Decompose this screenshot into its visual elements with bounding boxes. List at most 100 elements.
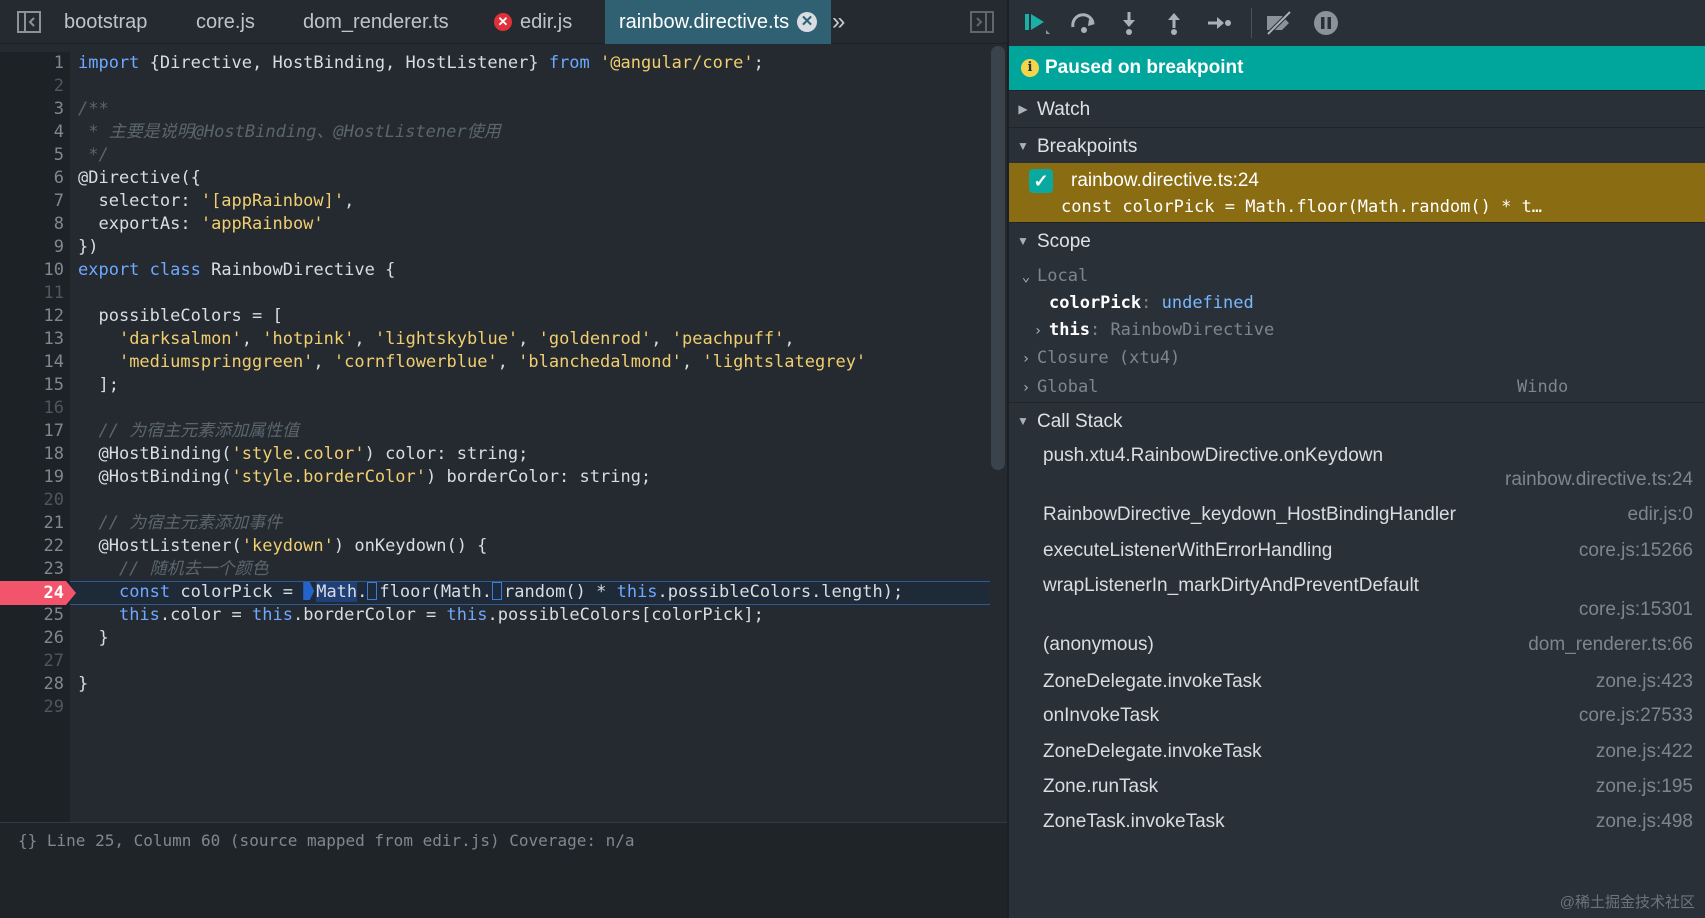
pause-on-exceptions-icon[interactable] [1311, 10, 1341, 36]
code-line: import {Directive, HostBinding, HostList… [78, 53, 764, 73]
scope-closure[interactable]: › Closure (xtu4) [1009, 344, 1705, 372]
tab-core-js[interactable]: core.js [196, 0, 255, 44]
scope-local[interactable]: ⌄ Local [1009, 262, 1705, 290]
tab-bootstrap[interactable]: bootstrap [64, 0, 147, 44]
line-number[interactable]: 1 [0, 52, 64, 75]
call-frame[interactable]: push.xtu4.RainbowDirective.onKeydown rain… [1043, 445, 1693, 495]
deactivate-breakpoints-icon[interactable] [1264, 10, 1294, 36]
section-title: Call Stack [1037, 411, 1123, 432]
call-frame[interactable]: Zone.runTask zone.js:195 [1043, 776, 1693, 798]
section-call-stack[interactable]: ▼ Call Stack [1009, 402, 1705, 438]
step-out-icon[interactable] [1159, 10, 1189, 36]
line-number[interactable]: 9 [0, 236, 64, 259]
tab-label: rainbow.directive.ts [619, 11, 790, 33]
line-number[interactable]: 17 [0, 420, 64, 443]
code-line: /** [78, 99, 109, 119]
breakpoint-marker[interactable]: 24 [0, 581, 76, 605]
line-number[interactable]: 8 [0, 213, 64, 236]
line-number[interactable]: 21 [0, 512, 64, 535]
step-over-icon[interactable] [1069, 10, 1099, 36]
line-number[interactable]: 22 [0, 535, 64, 558]
breakpoint-checkbox[interactable]: ✓ [1029, 169, 1053, 193]
call-frame[interactable]: ZoneTask.invokeTask zone.js:498 [1043, 811, 1693, 833]
code-line: @HostListener('keydown') onKeydown() { [78, 536, 488, 556]
code-line-paused: const colorPick = Math. floor(Math. random… [118, 582, 904, 602]
line-number[interactable]: 11 [0, 282, 64, 305]
line-number[interactable]: 27 [0, 650, 64, 673]
breakpoint-line-number: 24 [43, 583, 64, 603]
line-number[interactable]: 28 [0, 673, 64, 696]
line-number[interactable]: 2 [0, 75, 64, 98]
section-watch[interactable]: ▶ Watch [1009, 90, 1705, 126]
step-into-icon[interactable] [1114, 10, 1144, 36]
inline-breakpoint-icon[interactable] [492, 582, 502, 600]
line-number[interactable]: 25 [0, 604, 64, 627]
line-number[interactable]: 14 [0, 351, 64, 374]
call-frame[interactable]: ZoneDelegate.invokeTask zone.js:422 [1043, 741, 1693, 763]
scope-var-colorpick[interactable]: colorPick: undefined [1009, 289, 1705, 317]
code-line: this.color = this.borderColor = this.pos… [118, 605, 764, 625]
line-number[interactable]: 6 [0, 167, 64, 190]
more-tabs-icon[interactable]: » [832, 0, 845, 44]
chevron-down-icon: ⌄ [1021, 269, 1031, 285]
line-number[interactable]: 23 [0, 558, 64, 581]
code-line: // 随机去一个颜色 [78, 559, 269, 579]
line-number[interactable]: 16 [0, 397, 64, 420]
line-number[interactable]: 20 [0, 489, 64, 512]
tab-label: edir.js [520, 11, 573, 33]
editor-pane: bootstrap core.js dom_renderer.ts ✕ edir.… [0, 0, 1007, 918]
call-frame[interactable]: ZoneDelegate.invokeTask zone.js:423 [1043, 671, 1693, 693]
line-number[interactable]: 5 [0, 144, 64, 167]
call-frame[interactable]: wrapListenerIn_markDirtyAndPreventDefaul… [1043, 575, 1693, 625]
resume-icon[interactable] [1021, 10, 1051, 36]
call-frame[interactable]: RainbowDirective_keydown_HostBindingHand… [1043, 504, 1693, 526]
line-number[interactable]: 26 [0, 627, 64, 650]
line-number[interactable]: 15 [0, 374, 64, 397]
toggle-navigator-icon[interactable] [16, 10, 42, 34]
triangle-right-icon: ▶ [1018, 102, 1028, 116]
tab-dom-renderer[interactable]: dom_renderer.ts [303, 0, 449, 44]
code-line: * 主要是说明@HostBinding、@HostListener使用 [78, 122, 501, 142]
call-frame[interactable]: (anonymous) dom_renderer.ts:66 [1043, 634, 1693, 656]
editor-scrollbar[interactable] [991, 46, 1005, 470]
line-number[interactable]: 29 [0, 696, 64, 719]
section-scope[interactable]: ▼ Scope [1009, 222, 1705, 258]
code-area[interactable]: import {Directive, HostBinding, HostList… [70, 52, 990, 822]
line-number[interactable]: 4 [0, 121, 64, 144]
breakpoint-item[interactable]: ✓ rainbow.directive.ts:24 const colorPic… [1009, 163, 1705, 223]
code-line: export class RainbowDirective { [78, 260, 396, 280]
line-number[interactable]: 13 [0, 328, 64, 351]
line-number[interactable]: 19 [0, 466, 64, 489]
debugger-toolbar [1009, 0, 1705, 46]
breakpoint-file: rainbow.directive.ts:24 [1071, 170, 1259, 191]
inline-breakpoint-icon[interactable] [367, 582, 378, 600]
line-number[interactable]: 12 [0, 305, 64, 328]
section-title: Scope [1037, 231, 1091, 252]
toggle-debugger-icon[interactable] [969, 10, 995, 34]
triangle-down-icon: ▼ [1017, 234, 1029, 248]
chevron-right-icon: › [1033, 323, 1043, 339]
scope-global[interactable]: › Global Windo [1009, 373, 1705, 401]
error-icon: ✕ [494, 13, 512, 31]
line-number[interactable]: 7 [0, 190, 64, 213]
section-breakpoints[interactable]: ▼ Breakpoints [1009, 127, 1705, 163]
code-line: } [78, 628, 109, 648]
info-icon: i [1021, 59, 1039, 77]
watermark: @稀土掘金技术社区 [1559, 894, 1695, 911]
code-line: exportAs: 'appRainbow' [78, 214, 324, 234]
inline-breakpoint-active-icon[interactable] [303, 582, 315, 600]
triangle-down-icon: ▼ [1017, 414, 1029, 428]
line-number[interactable]: 3 [0, 98, 64, 121]
call-frame[interactable]: executeListenerWithErrorHandling core.js:… [1043, 540, 1693, 562]
tab-rainbow-directive[interactable]: rainbow.directive.ts ✕ [605, 0, 832, 44]
code-line: selector: '[appRainbow]', [78, 191, 355, 211]
line-number[interactable]: 10 [0, 259, 64, 282]
line-number[interactable]: 18 [0, 443, 64, 466]
editor-tab-bar: bootstrap core.js dom_renderer.ts ✕ edir.… [0, 0, 1007, 44]
scope-var-this[interactable]: › this: RainbowDirective [1009, 316, 1705, 344]
close-tab-icon[interactable]: ✕ [797, 12, 818, 32]
toolbar-separator [1251, 8, 1252, 38]
tab-edir-js[interactable]: ✕ edir.js [494, 0, 572, 44]
step-icon[interactable] [1204, 10, 1234, 36]
call-frame[interactable]: onInvokeTask core.js:27533 [1043, 705, 1693, 727]
